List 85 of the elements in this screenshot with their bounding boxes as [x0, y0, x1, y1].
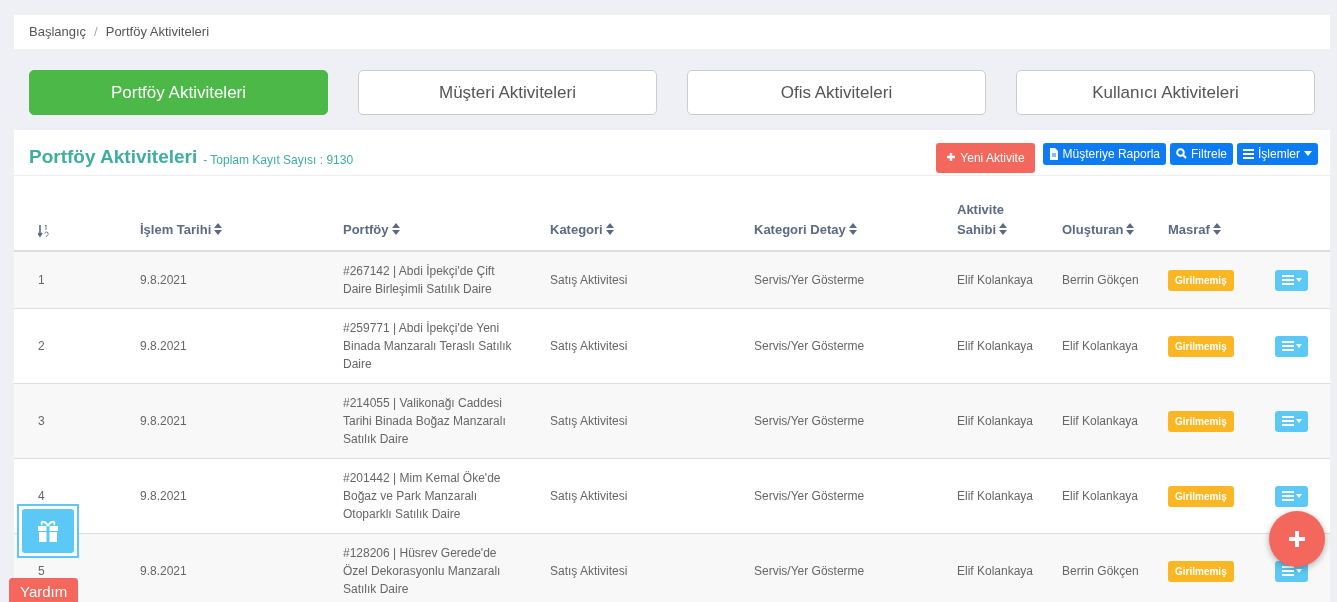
row-menu-button[interactable]	[1275, 335, 1308, 357]
table-cell: Elif Kolankaya	[957, 414, 1034, 428]
row-menu-button[interactable]	[1275, 485, 1308, 507]
table-cell: Servis/Yer Gösterme	[754, 564, 865, 578]
table-cell: Satış Aktivitesi	[550, 564, 628, 578]
row-number: 5	[38, 564, 45, 578]
table-cell: Servis/Yer Gösterme	[754, 489, 865, 503]
sort-icon	[1126, 223, 1135, 235]
row-number: 4	[38, 489, 45, 503]
table-cell: Elif Kolankaya	[1062, 489, 1139, 503]
expense-badge: Girilmemiş	[1168, 269, 1234, 291]
table-cell: 9.8.2021	[140, 339, 187, 353]
row-number: 2	[38, 339, 45, 353]
help-button[interactable]: Yardım	[9, 578, 79, 602]
table-cell: 9.8.2021	[140, 489, 187, 503]
table-cell: Satış Aktivitesi	[550, 414, 628, 428]
menu-icon	[1281, 416, 1302, 426]
column-header[interactable]: İşlem Tarihi	[140, 220, 319, 240]
column-header[interactable]: Masraf	[1168, 220, 1251, 240]
menu-icon	[1281, 566, 1302, 576]
table-cell: #128206 | Hüsrev Gerede'de Özel Dekorasyonlu Manzaralı Satılık Daire	[343, 546, 501, 596]
menu-icon	[1243, 147, 1254, 160]
row-number: 3	[38, 414, 45, 428]
expense-badge: Girilmemiş	[1168, 410, 1234, 432]
filter-button[interactable]: Filtrele	[1169, 142, 1233, 165]
search-icon	[1175, 147, 1187, 160]
sort-icon	[999, 223, 1007, 235]
sort-icon	[848, 223, 857, 235]
document-icon	[1048, 147, 1059, 160]
table-cell: 9.8.2021	[140, 273, 187, 287]
tab[interactable]: Kullanıcı Aktiviteleri	[1016, 70, 1315, 115]
column-header[interactable]: Kategori Detay	[754, 220, 933, 240]
sort-icon	[391, 223, 400, 235]
breadcrumb-current: Portföy Aktiviteleri	[105, 23, 210, 42]
table-cell: Elif Kolankaya	[957, 339, 1034, 353]
panel-title: Portföy Aktiviteleri	[29, 145, 198, 170]
breadcrumb-separator: /	[94, 23, 98, 42]
table-cell: #259771 | Abdi İpekçi'de Yeni Binada Manzaralı Teraslı Satılık Daire	[343, 321, 512, 371]
table-cell: #214055 | Valikonağı Caddesi Tarihi Binada Boğaz Manzaralı Satılık Daire	[343, 396, 506, 446]
table-cell: Elif Kolankaya	[1062, 414, 1139, 428]
column-header[interactable]: Oluşturan	[1062, 220, 1144, 240]
menu-icon	[1281, 491, 1302, 501]
menu-icon	[1281, 275, 1302, 285]
sort-icon	[605, 223, 614, 235]
sort-number-icon[interactable]	[38, 223, 50, 238]
table-cell: Satış Aktivitesi	[550, 489, 628, 503]
table-cell: Servis/Yer Gösterme	[754, 414, 865, 428]
sort-icon	[1212, 223, 1221, 235]
gift-button[interactable]	[17, 504, 79, 558]
breadcrumb-link[interactable]: Başlangıç	[29, 22, 87, 42]
actions-button[interactable]: İşlemler	[1237, 142, 1318, 165]
report-button[interactable]: Müşteriye Raporla	[1042, 142, 1166, 165]
column-header[interactable]: Kategori	[550, 220, 730, 240]
table-cell: Berrin Gökçen	[1062, 273, 1139, 287]
row-menu-button[interactable]	[1275, 269, 1308, 291]
table-cell: Elif Kolankaya	[957, 564, 1034, 578]
plus-icon	[946, 151, 957, 164]
table-cell: Berrin Gökçen	[1062, 564, 1139, 578]
expense-badge: Girilmemiş	[1168, 335, 1234, 357]
record-count: - Toplam Kayıt Sayısı : 9130	[203, 151, 354, 169]
table-cell: Satış Aktivitesi	[550, 339, 628, 353]
table-cell: Servis/Yer Gösterme	[754, 339, 865, 353]
table-cell: #201442 | Mim Kemal Öke'de Boğaz ve Park Manzaralı Otoparklı Satılık Daire	[343, 471, 501, 521]
table-cell: 9.8.2021	[140, 564, 187, 578]
table-cell: Elif Kolankaya	[1062, 339, 1139, 353]
new-activity-button[interactable]: Yeni Aktivite	[936, 142, 1035, 173]
table-cell: Satış Aktivitesi	[550, 273, 628, 287]
table-cell: Elif Kolankaya	[957, 489, 1034, 503]
expense-badge: Girilmemiş	[1168, 485, 1234, 507]
table-cell: Servis/Yer Gösterme	[754, 273, 865, 287]
menu-icon	[1281, 341, 1302, 351]
column-header[interactable]: Portföy	[343, 220, 526, 240]
sort-icon	[214, 223, 223, 235]
caret-icon	[1304, 151, 1312, 156]
tab[interactable]: Müşteri Aktiviteleri	[358, 70, 657, 115]
table-cell: Elif Kolankaya	[957, 273, 1034, 287]
tab[interactable]: Ofis Aktiviteleri	[687, 70, 986, 115]
table-cell: #267142 | Abdi İpekçi'de Çift Daire Birleşimli Satılık Daire	[343, 264, 495, 296]
plus-icon	[1288, 530, 1306, 548]
column-header[interactable]: Aktivite Sahibi	[957, 200, 1038, 240]
gift-icon	[36, 520, 60, 542]
expense-badge: Girilmemiş	[1168, 560, 1234, 582]
row-menu-button[interactable]	[1275, 410, 1308, 432]
table-cell: 9.8.2021	[140, 414, 187, 428]
row-number: 1	[38, 273, 45, 287]
